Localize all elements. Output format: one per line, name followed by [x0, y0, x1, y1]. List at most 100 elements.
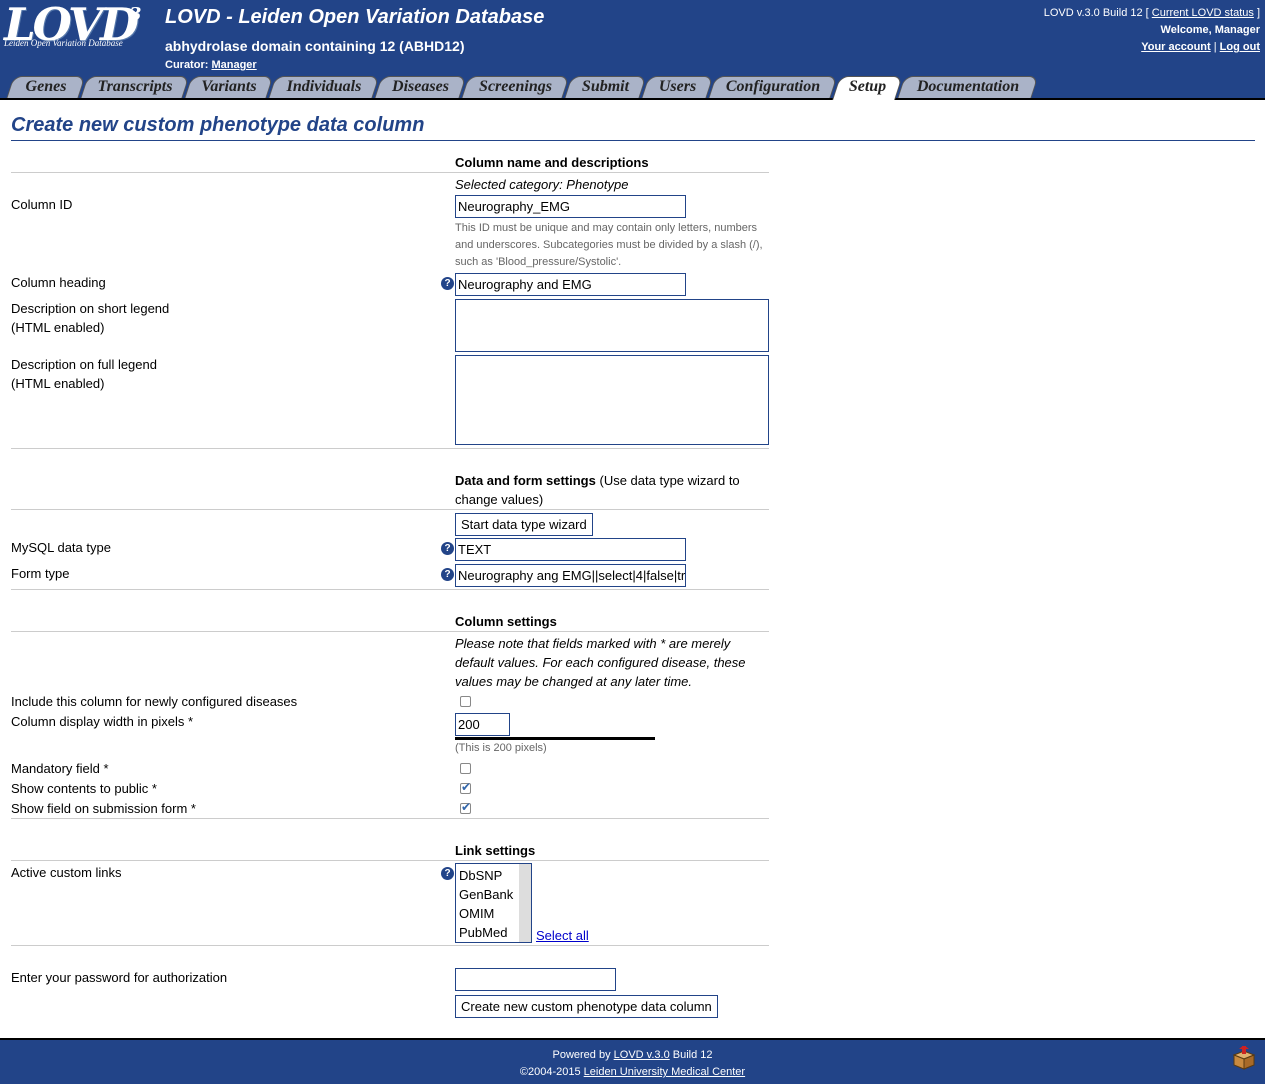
select-scrollbar[interactable]: [519, 864, 531, 942]
select-all-link[interactable]: Select all: [536, 926, 589, 945]
title-rule: [11, 140, 1255, 141]
tab-submit-label: Submit: [581, 78, 630, 95]
tab-configuration-label: Configuration: [725, 78, 821, 95]
section-divider: [11, 818, 769, 819]
welcome-text: Welcome, Manager: [1160, 24, 1260, 36]
full-legend-label: Description on full legend: [11, 357, 157, 372]
version-close: ]: [1256, 7, 1260, 19]
public-checkbox[interactable]: [460, 780, 471, 794]
powered-by-suffix: Build 12: [672, 1049, 713, 1061]
submission-checkbox[interactable]: [460, 800, 471, 814]
tab-screenings-label: Screenings: [479, 78, 552, 95]
tab-diseases-label: Diseases: [392, 78, 449, 95]
copyright-prefix: ©2004-2015: [519, 1066, 581, 1078]
password-label: Enter your password for authorization: [11, 970, 228, 985]
column-width-hint: (This is 200 pixels): [455, 742, 547, 754]
page-title: Create new custom phenotype data column: [11, 114, 425, 136]
logo-subtitle: Leiden Open Variation Database: [4, 38, 123, 48]
create-column-submit-button[interactable]: Create new custom phenotype data column: [455, 995, 718, 1018]
help-icon[interactable]: ?: [441, 542, 454, 555]
column-id-label: Column ID: [11, 197, 73, 212]
tab-bar-line: [0, 98, 1265, 100]
selected-category: Selected category: Phenotype: [455, 177, 629, 192]
column-heading-label: Column heading: [11, 275, 106, 290]
version-line: LOVD v.3.0 Build 12 [ Current LOVD statu…: [1044, 5, 1260, 22]
full-legend-textarea[interactable]: [455, 355, 769, 445]
short-legend-textarea[interactable]: [455, 299, 769, 352]
package-update-icon[interactable]: [1231, 1045, 1257, 1070]
section-divider: [11, 448, 769, 449]
link-option[interactable]: PubMed: [459, 923, 507, 942]
curator-link[interactable]: Manager: [211, 59, 256, 71]
link-option[interactable]: GenBank: [459, 885, 513, 904]
account-line: Your account | Log out: [1044, 39, 1260, 56]
column-settings-note: Please note that fields marked with * ar…: [455, 636, 746, 689]
lovd-version-link[interactable]: LOVD v.3.0: [614, 1049, 670, 1061]
section-column-name: Column name and descriptions: [455, 155, 649, 170]
column-width-label: Column display width in pixels *: [11, 714, 194, 729]
mandatory-checkbox[interactable]: [460, 763, 471, 774]
user-panel: LOVD v.3.0 Build 12 [ Current LOVD statu…: [1044, 5, 1260, 56]
password-input[interactable]: [455, 968, 616, 991]
custom-links-select[interactable]: DbSNP GenBank OMIM PubMed: [455, 863, 532, 943]
logo-superscript: 3: [129, 4, 142, 25]
page-footer: Powered by LOVD v.3.0 Build 12 ©2004-201…: [0, 1038, 1265, 1084]
mandatory-label: Mandatory field *: [11, 761, 109, 776]
tab-genes-label: Genes: [25, 78, 67, 95]
section-divider: [11, 589, 769, 590]
mysql-data-type-label: MySQL data type: [11, 540, 111, 555]
section-data-form-settings: Data and form settings (Use data type wi…: [455, 471, 769, 509]
footer-line: [0, 1038, 1265, 1040]
lumc-link[interactable]: Leiden University Medical Center: [584, 1066, 745, 1078]
tab-individuals-label: Individuals: [286, 78, 362, 95]
account-separator: |: [1213, 41, 1217, 53]
section-divider: [11, 860, 769, 861]
help-icon[interactable]: ?: [441, 568, 454, 581]
start-data-type-wizard-button[interactable]: Start data type wizard: [455, 513, 593, 536]
public-label: Show contents to public *: [11, 781, 157, 796]
help-icon[interactable]: ?: [441, 277, 454, 290]
column-id-input[interactable]: Neurography_EMG: [455, 195, 686, 218]
curator-label: Curator:: [165, 59, 209, 71]
section-data-form-title: Data and form settings: [455, 473, 596, 488]
active-links-label: Active custom links: [11, 865, 122, 880]
section-link-settings: Link settings: [455, 843, 536, 858]
copyright-line: ©2004-2015 Leiden University Medical Cen…: [0, 1064, 1265, 1081]
tab-setup-label: Setup: [848, 78, 887, 95]
powered-by-line: Powered by LOVD v.3.0 Build 12: [0, 1047, 1265, 1064]
section-divider: [11, 172, 769, 173]
section-divider: [11, 631, 769, 632]
version-text: LOVD v.3.0 Build 12 [: [1043, 7, 1149, 19]
tab-users-label: Users: [658, 78, 697, 95]
include-column-label: Include this column for newly configured…: [11, 694, 298, 709]
gene-title: abhydrolase domain containing 12 (ABHD12…: [165, 38, 465, 54]
tab-transcripts-label: Transcripts: [97, 78, 173, 95]
package-icon: [1232, 1045, 1256, 1070]
short-legend-html-note: (HTML enabled): [11, 320, 105, 335]
tab-variants-label: Variants: [201, 78, 257, 95]
submission-label: Show field on submission form *: [11, 801, 196, 816]
full-legend-html-note: (HTML enabled): [11, 376, 105, 391]
form-type-label: Form type: [11, 566, 70, 581]
powered-by-prefix: Powered by: [552, 1049, 611, 1061]
tab-documentation-label: Documentation: [916, 78, 1020, 95]
log-out-link[interactable]: Log out: [1220, 41, 1260, 53]
column-id-hint: This ID must be unique and may contain o…: [455, 222, 763, 268]
page-header: LOVD 3 Leiden Open Variation Database LO…: [0, 0, 1265, 76]
section-divider: [11, 509, 769, 510]
link-option[interactable]: OMIM: [459, 904, 494, 923]
your-account-link[interactable]: Your account: [1141, 41, 1210, 53]
short-legend-label: Description on short legend: [11, 301, 170, 316]
column-width-input[interactable]: 200: [455, 713, 510, 736]
lovd-status-link[interactable]: Current LOVD status: [1152, 7, 1254, 19]
form-type-input[interactable]: Neurography ang EMG||select|4|false|tr: [455, 564, 686, 587]
section-column-settings: Column settings: [455, 614, 557, 629]
include-column-checkbox[interactable]: [460, 696, 471, 707]
mysql-data-type-input[interactable]: TEXT: [455, 538, 686, 561]
site-title: LOVD - Leiden Open Variation Database: [165, 6, 545, 28]
column-heading-input[interactable]: Neurography and EMG: [455, 273, 686, 296]
section-divider: [11, 945, 769, 946]
help-icon[interactable]: ?: [441, 867, 454, 880]
link-option[interactable]: DbSNP: [459, 866, 502, 885]
lovd-logo[interactable]: LOVD 3 Leiden Open Variation Database: [4, 0, 149, 52]
